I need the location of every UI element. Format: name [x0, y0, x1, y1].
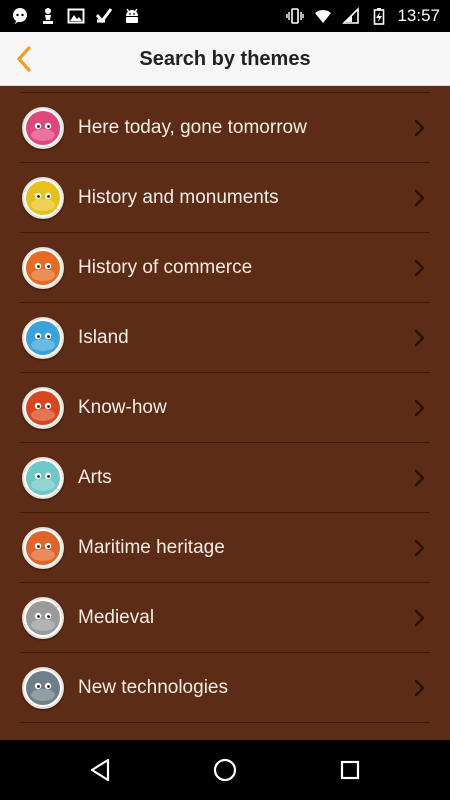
theme-label: New technologies [78, 677, 228, 698]
theme-label: History of commerce [78, 257, 253, 278]
nav-home-icon [213, 758, 237, 782]
chat-bubble-icon [10, 6, 30, 26]
chevron-right-icon [410, 677, 428, 699]
themes-list[interactable]: Here today, gone tomorrow History and mon… [0, 86, 450, 740]
vibrate-icon [285, 6, 305, 26]
clock: 13:57 [397, 6, 440, 25]
theme-label: Island [78, 327, 129, 348]
nav-recents-button[interactable] [332, 752, 368, 788]
theme-label: Here today, gone tomorrow [78, 117, 307, 138]
nav-recents-icon [340, 760, 360, 780]
theme-row[interactable]: Here today, gone tomorrow [20, 93, 430, 163]
theme-row[interactable]: Island [20, 303, 430, 373]
theme-label: Medieval [78, 607, 155, 628]
knight-helmet-mascot-icon [22, 597, 64, 639]
nav-back-button[interactable] [82, 752, 118, 788]
red-mascot-icon [22, 387, 64, 429]
app-bar: Search by themes [0, 32, 450, 86]
chevron-right-icon [410, 607, 428, 629]
yellow-mascot-icon [22, 177, 64, 219]
chevron-right-icon [410, 537, 428, 559]
android-robot-icon [122, 6, 142, 26]
theme-row[interactable]: History and monuments [20, 163, 430, 233]
grey-mascot-icon [22, 667, 64, 709]
nav-back-icon [90, 758, 110, 782]
image-icon [66, 6, 86, 26]
theme-row[interactable]: Arts [20, 443, 430, 513]
chevron-right-icon [410, 117, 428, 139]
chess-pawn-icon [38, 6, 58, 26]
system-icons: 13:57 [285, 4, 440, 28]
theme-row[interactable]: Maritime heritage [20, 513, 430, 583]
theme-row[interactable]: Medieval [20, 583, 430, 653]
chevron-right-icon [410, 187, 428, 209]
orange-mascot-icon [22, 247, 64, 289]
theme-row[interactable]: Know-how [20, 373, 430, 443]
theme-label: History and monuments [78, 187, 279, 208]
battery-charging-icon [369, 6, 389, 26]
theme-row[interactable]: New technologies [20, 653, 430, 723]
back-button[interactable] [4, 38, 44, 80]
theme-label: Maritime heritage [78, 537, 225, 558]
chevron-right-icon [410, 327, 428, 349]
page-title: Search by themes [139, 48, 311, 70]
pink-pig-mascot-icon [22, 107, 64, 149]
notification-icons [10, 5, 142, 27]
chevron-right-icon [410, 467, 428, 489]
theme-label: Arts [78, 467, 112, 488]
theme-label: Know-how [78, 397, 167, 418]
blue-island-mascot-icon [22, 317, 64, 359]
check-app-icon [94, 6, 114, 26]
nav-home-button[interactable] [207, 752, 243, 788]
wifi-icon [313, 6, 333, 26]
signal-icon [341, 6, 361, 26]
status-bar: 13:57 [0, 0, 450, 32]
teal-mascot-icon [22, 457, 64, 499]
chevron-left-icon [17, 46, 31, 72]
theme-row[interactable]: History of commerce [20, 233, 430, 303]
navigation-bar [0, 740, 450, 800]
chevron-right-icon [410, 397, 428, 419]
octopus-mascot-icon [22, 527, 64, 569]
chevron-right-icon [410, 257, 428, 279]
